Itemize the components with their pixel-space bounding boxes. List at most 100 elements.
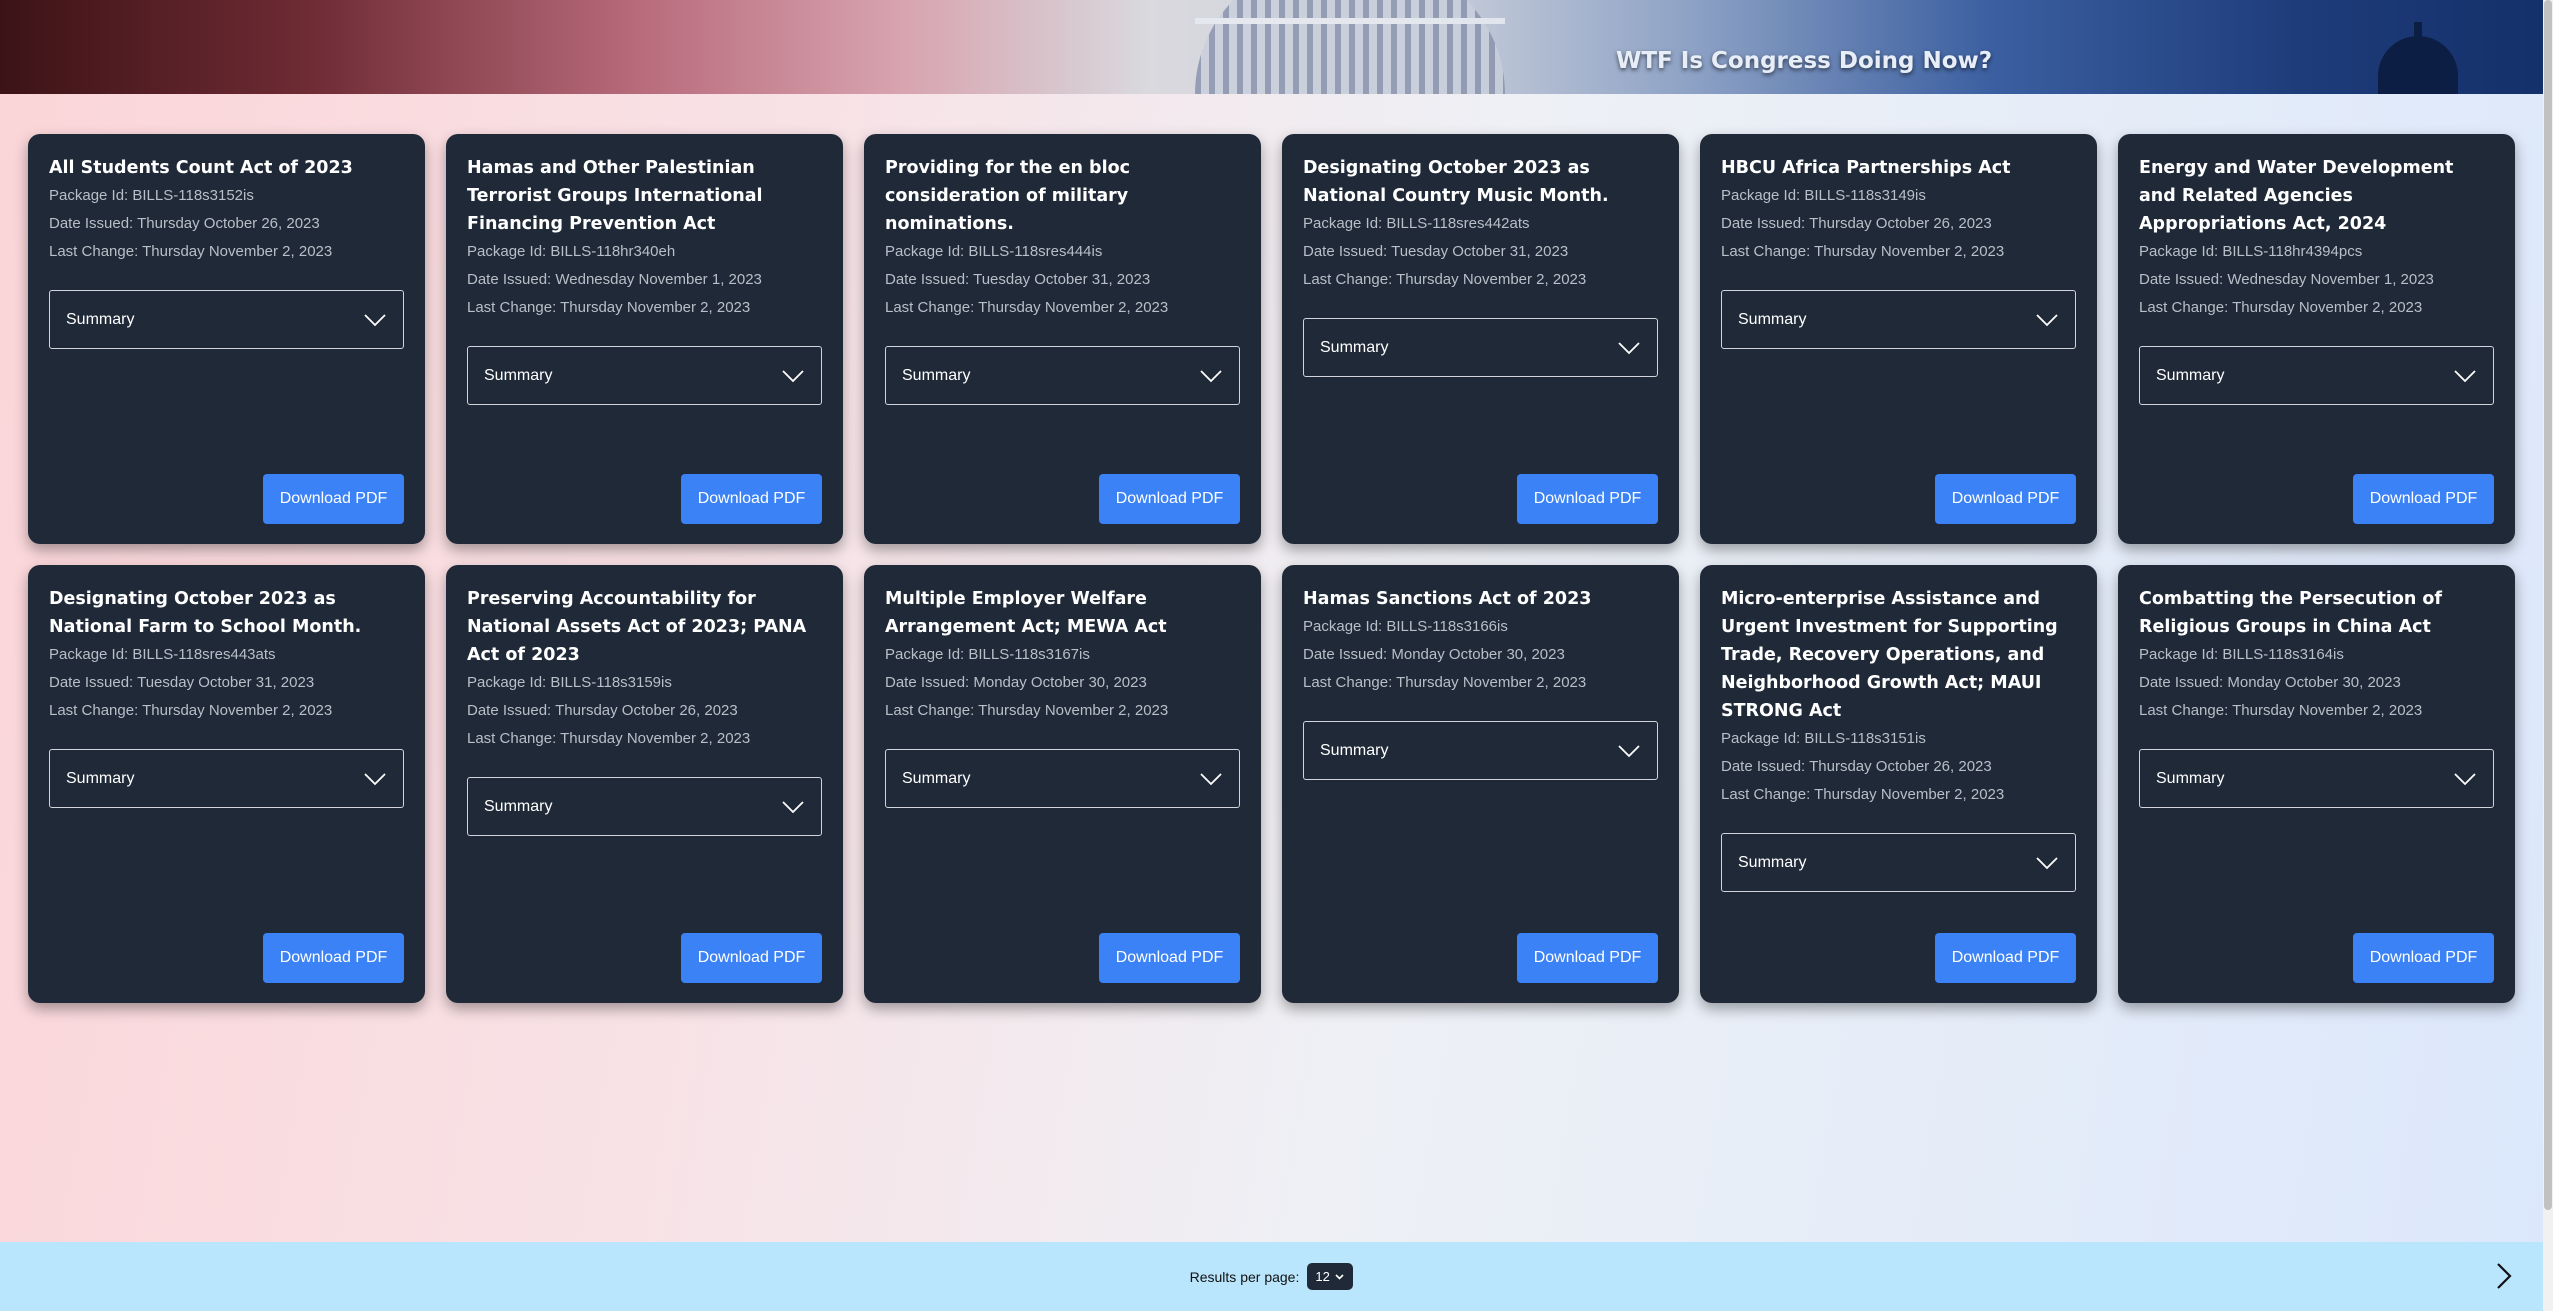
chevron-down-icon bbox=[782, 800, 804, 813]
bill-title: Hamas and Other Palestinian Terrorist Gr… bbox=[467, 158, 763, 234]
last-change: Last Change: Thursday November 2, 2023 bbox=[2139, 299, 2423, 316]
summary-label: Summary bbox=[484, 797, 553, 815]
summary-label: Summary bbox=[1738, 310, 1807, 328]
bill-title: HBCU Africa Partnerships Act bbox=[1721, 158, 2011, 178]
download-pdf-button[interactable]: Download PDF bbox=[263, 933, 404, 983]
bill-card: Preserving Accountability for National A… bbox=[446, 565, 843, 1003]
download-pdf-button[interactable]: Download PDF bbox=[1099, 933, 1240, 983]
date-issued: Date Issued: Tuesday October 31, 2023 bbox=[885, 271, 1151, 288]
package-id: Package Id: BILLS-118s3159is bbox=[467, 674, 672, 691]
summary-dropdown[interactable]: Summary bbox=[885, 749, 1240, 808]
package-id: Package Id: BILLS-118hr4394pcs bbox=[2139, 243, 2363, 260]
summary-dropdown[interactable]: Summary bbox=[1303, 318, 1658, 377]
bill-card: Designating October 2023 as National Far… bbox=[28, 565, 425, 1003]
download-pdf-button[interactable]: Download PDF bbox=[1935, 474, 2076, 524]
package-id: Package Id: BILLS-118sres444is bbox=[885, 243, 1103, 260]
results-per-page-value: 12 bbox=[1315, 1269, 1330, 1284]
date-issued: Date Issued: Thursday October 26, 2023 bbox=[467, 702, 738, 719]
bill-title: Hamas Sanctions Act of 2023 bbox=[1303, 589, 1592, 609]
date-issued: Date Issued: Tuesday October 31, 2023 bbox=[1303, 243, 1569, 260]
summary-label: Summary bbox=[1320, 338, 1389, 356]
bill-card: Hamas Sanctions Act of 2023 Package Id: … bbox=[1282, 565, 1679, 1003]
scrollbar[interactable] bbox=[2543, 0, 2553, 1311]
bill-card: Designating October 2023 as National Cou… bbox=[1282, 134, 1679, 544]
summary-label: Summary bbox=[1320, 741, 1389, 759]
last-change: Last Change: Thursday November 2, 2023 bbox=[885, 299, 1169, 316]
bill-title: Micro-enterprise Assistance and Urgent I… bbox=[1721, 589, 2058, 721]
package-id: Package Id: BILLS-118s3152is bbox=[49, 187, 254, 204]
date-issued: Date Issued: Thursday October 26, 2023 bbox=[1721, 215, 1992, 232]
bill-title: Providing for the en bloc consideration … bbox=[885, 158, 1130, 234]
summary-dropdown[interactable]: Summary bbox=[2139, 749, 2494, 808]
chevron-down-icon bbox=[1200, 369, 1222, 382]
bill-card-grid: All Students Count Act of 2023 Package I… bbox=[28, 134, 2515, 1003]
summary-dropdown[interactable]: Summary bbox=[1303, 721, 1658, 780]
results-per-page-select[interactable]: 12 bbox=[1307, 1263, 1354, 1290]
chevron-down-icon bbox=[2454, 772, 2476, 785]
chevron-down-icon bbox=[1200, 772, 1222, 785]
summary-dropdown[interactable]: Summary bbox=[49, 749, 404, 808]
package-id: Package Id: BILLS-118s3167is bbox=[885, 646, 1090, 663]
last-change: Last Change: Thursday November 2, 2023 bbox=[49, 243, 333, 260]
scrollbar-thumb[interactable] bbox=[2544, 0, 2552, 1210]
capitol-silhouette-image bbox=[2378, 22, 2458, 94]
date-issued: Date Issued: Wednesday November 1, 2023 bbox=[2139, 271, 2434, 288]
summary-dropdown[interactable]: Summary bbox=[2139, 346, 2494, 405]
bill-title: Multiple Employer Welfare Arrangement Ac… bbox=[885, 589, 1167, 637]
chevron-down-icon bbox=[1618, 744, 1640, 757]
summary-dropdown[interactable]: Summary bbox=[49, 290, 404, 349]
summary-label: Summary bbox=[66, 769, 135, 787]
pagination-footer: Results per page: 12 bbox=[0, 1242, 2543, 1311]
download-pdf-button[interactable]: Download PDF bbox=[2353, 474, 2494, 524]
download-pdf-button[interactable]: Download PDF bbox=[1517, 474, 1658, 524]
download-pdf-button[interactable]: Download PDF bbox=[681, 933, 822, 983]
last-change: Last Change: Thursday November 2, 2023 bbox=[1303, 271, 1587, 288]
summary-label: Summary bbox=[2156, 366, 2225, 384]
chevron-down-icon bbox=[364, 772, 386, 785]
capitol-dome-image bbox=[1195, 0, 1505, 94]
last-change: Last Change: Thursday November 2, 2023 bbox=[2139, 702, 2423, 719]
package-id: Package Id: BILLS-118s3151is bbox=[1721, 730, 1926, 747]
bill-card: Micro-enterprise Assistance and Urgent I… bbox=[1700, 565, 2097, 1003]
bill-title: Preserving Accountability for National A… bbox=[467, 589, 807, 665]
bill-card: Hamas and Other Palestinian Terrorist Gr… bbox=[446, 134, 843, 544]
bill-card: HBCU Africa Partnerships Act Package Id:… bbox=[1700, 134, 2097, 544]
date-issued: Date Issued: Monday October 30, 2023 bbox=[1303, 646, 1565, 663]
download-pdf-button[interactable]: Download PDF bbox=[1935, 933, 2076, 983]
download-pdf-button[interactable]: Download PDF bbox=[1099, 474, 1240, 524]
last-change: Last Change: Thursday November 2, 2023 bbox=[1721, 243, 2005, 260]
download-pdf-button[interactable]: Download PDF bbox=[263, 474, 404, 524]
date-issued: Date Issued: Thursday October 26, 2023 bbox=[1721, 758, 1992, 775]
summary-label: Summary bbox=[2156, 769, 2225, 787]
summary-dropdown[interactable]: Summary bbox=[885, 346, 1240, 405]
results-per-page-label: Results per page: bbox=[1189, 1268, 1300, 1285]
summary-dropdown[interactable]: Summary bbox=[467, 777, 822, 836]
last-change: Last Change: Thursday November 2, 2023 bbox=[49, 702, 333, 719]
summary-dropdown[interactable]: Summary bbox=[1721, 833, 2076, 892]
summary-dropdown[interactable]: Summary bbox=[467, 346, 822, 405]
bill-title: Designating October 2023 as National Far… bbox=[49, 589, 362, 637]
date-issued: Date Issued: Monday October 30, 2023 bbox=[2139, 674, 2401, 691]
package-id: Package Id: BILLS-118s3164is bbox=[2139, 646, 2344, 663]
last-change: Last Change: Thursday November 2, 2023 bbox=[467, 730, 751, 747]
next-page-icon[interactable] bbox=[2495, 1262, 2513, 1290]
date-issued: Date Issued: Tuesday October 31, 2023 bbox=[49, 674, 315, 691]
last-change: Last Change: Thursday November 2, 2023 bbox=[1303, 674, 1587, 691]
download-pdf-button[interactable]: Download PDF bbox=[2353, 933, 2494, 983]
last-change: Last Change: Thursday November 2, 2023 bbox=[467, 299, 751, 316]
package-id: Package Id: BILLS-118s3149is bbox=[1721, 187, 1926, 204]
bill-card: Combatting the Persecution of Religious … bbox=[2118, 565, 2515, 1003]
chevron-down-icon bbox=[2036, 856, 2058, 869]
download-pdf-button[interactable]: Download PDF bbox=[681, 474, 822, 524]
summary-dropdown[interactable]: Summary bbox=[1721, 290, 2076, 349]
package-id: Package Id: BILLS-118hr340eh bbox=[467, 243, 676, 260]
chevron-down-icon bbox=[782, 369, 804, 382]
chevron-down-icon bbox=[364, 313, 386, 326]
last-change: Last Change: Thursday November 2, 2023 bbox=[885, 702, 1169, 719]
download-pdf-button[interactable]: Download PDF bbox=[1517, 933, 1658, 983]
bill-card: Multiple Employer Welfare Arrangement Ac… bbox=[864, 565, 1261, 1003]
site-title: WTF Is Congress Doing Now? bbox=[1616, 48, 1993, 74]
bill-title: All Students Count Act of 2023 bbox=[49, 158, 353, 178]
date-issued: Date Issued: Thursday October 26, 2023 bbox=[49, 215, 320, 232]
date-issued: Date Issued: Monday October 30, 2023 bbox=[885, 674, 1147, 691]
